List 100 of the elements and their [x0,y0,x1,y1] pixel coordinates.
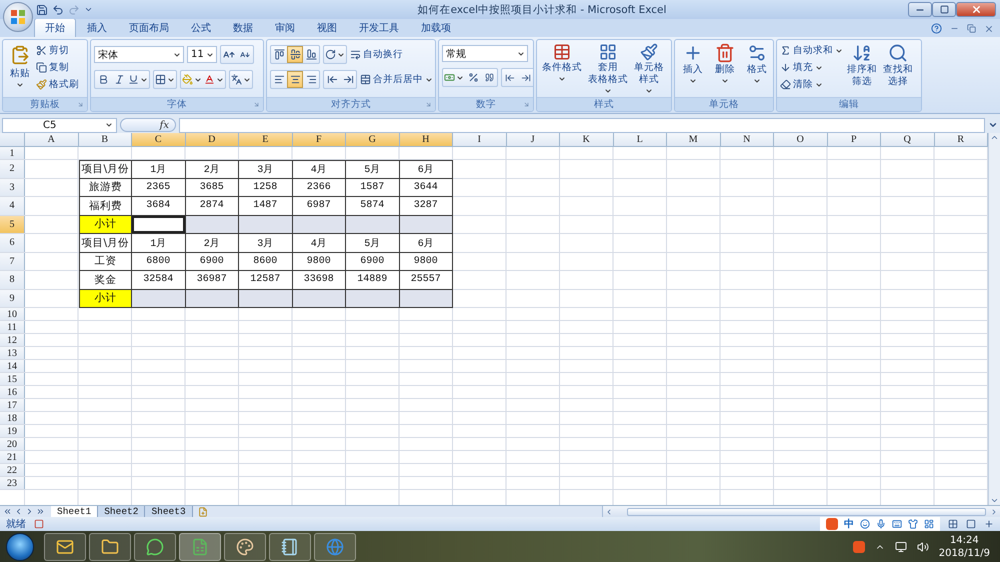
sheet-tab[interactable]: Sheet3 [145,506,193,517]
taskbar-button[interactable] [44,532,86,560]
sheet-tab[interactable]: Sheet1 [51,506,98,517]
vertical-scrollbar[interactable] [988,133,1000,505]
ribbon-tab[interactable]: 开始 [34,18,76,37]
first-sheet-icon[interactable] [3,507,12,516]
style-button[interactable]: 单元格 样式 [632,42,666,96]
horizontal-scrollbar[interactable] [602,506,1000,517]
ribbon-tab[interactable]: 视图 [306,18,348,37]
taskbar-button[interactable] [179,532,221,560]
shirt-icon[interactable] [908,519,918,529]
column-header[interactable]: C [132,133,186,146]
column-header[interactable]: I [453,133,506,146]
cells-button[interactable]: 格式 [742,42,772,86]
volume-icon[interactable] [916,540,929,552]
cut-button[interactable]: 剪切 [36,43,79,58]
row-header[interactable]: 13 [0,347,25,359]
row-header[interactable]: 3 [0,178,25,196]
table-cell[interactable] [186,216,239,234]
column-header[interactable]: H [400,133,453,146]
horizontal-align-button[interactable] [287,71,303,88]
column-header[interactable]: J [506,133,560,146]
taskbar-button[interactable] [269,532,311,560]
taskbar-button[interactable] [134,532,176,560]
table-cell[interactable] [346,216,400,234]
insert-sheet-icon[interactable] [198,506,208,516]
row-header[interactable]: 14 [0,360,25,372]
row-header[interactable]: 8 [0,271,25,288]
cells-button[interactable]: 删除 [710,42,740,86]
row-header[interactable]: 5 [0,216,25,233]
taskbar-button[interactable] [224,532,266,560]
table-cell[interactable] [400,216,453,234]
column-header[interactable]: F [292,133,346,146]
ribbon-tab[interactable]: 插入 [76,18,118,37]
zoom-in-icon[interactable] [984,519,994,529]
editing-menu-button[interactable]: 排序和 筛选 [845,42,879,89]
style-button[interactable]: 条件格式 [540,42,584,84]
font-size-field[interactable]: 11 [187,46,217,63]
input-method-tray-icon[interactable] [852,540,865,552]
table-cell[interactable] [239,216,292,234]
macro-record-icon[interactable] [34,519,44,529]
row-header[interactable]: 20 [0,438,25,450]
table-cell[interactable] [132,216,186,234]
input-mode-toggle[interactable]: 中 [844,517,854,531]
merge-center-button[interactable]: 合并后居中 [360,72,433,87]
row-header[interactable]: 1 [0,147,25,159]
table-cell[interactable] [400,290,453,308]
row-header[interactable]: 4 [0,197,25,214]
row-header[interactable]: 15 [0,373,25,385]
page-layout-view-icon[interactable] [966,519,976,529]
row-header[interactable]: 17 [0,399,25,411]
input-method-icon[interactable] [826,518,838,530]
copy-button[interactable]: 复制 [36,60,79,75]
start-button[interactable] [6,532,34,560]
row-header[interactable]: 11 [0,321,25,333]
row-header[interactable]: 19 [0,425,25,437]
column-header[interactable]: A [25,133,78,146]
column-header[interactable]: M [667,133,720,146]
table-cell[interactable] [346,290,400,308]
row-header[interactable]: 7 [0,252,25,270]
save-icon[interactable] [36,4,48,16]
row-header[interactable]: 16 [0,386,25,398]
scrollbar-thumb[interactable] [627,508,986,516]
table-cell[interactable] [239,290,292,308]
column-header[interactable]: O [774,133,828,146]
row-header[interactable]: 9 [0,290,25,307]
previous-sheet-icon[interactable] [14,507,23,516]
column-header[interactable]: G [346,133,400,146]
column-header[interactable]: L [614,133,667,146]
row-header[interactable]: 10 [0,308,25,320]
toolbox-icon[interactable] [924,519,934,529]
row-header[interactable]: 23 [0,477,25,489]
taskbar-button[interactable] [89,532,131,560]
font-name-field[interactable]: 宋体 [94,46,184,63]
office-button[interactable] [3,2,33,32]
row-header[interactable]: 21 [0,451,25,463]
sheet-tab[interactable]: Sheet2 [98,506,146,517]
table-cell[interactable] [292,290,346,308]
normal-view-icon[interactable] [948,519,958,529]
close-button[interactable] [956,2,996,17]
row-header[interactable]: 2 [0,160,25,178]
microphone-icon[interactable] [876,519,886,529]
customize-icon[interactable] [84,5,93,14]
row-header[interactable]: 22 [0,464,25,476]
ribbon-tab[interactable]: 页面布局 [118,18,180,37]
next-sheet-icon[interactable] [25,507,34,516]
table-cell[interactable] [186,290,239,308]
row-header[interactable]: 12 [0,334,25,346]
ribbon-tab[interactable]: 审阅 [264,18,306,37]
vertical-align-button[interactable] [287,46,303,63]
number-format-field[interactable]: 常规 [442,45,528,62]
column-header[interactable]: K [560,133,614,146]
keyboard-icon[interactable] [892,519,902,529]
expand-icon[interactable] [988,120,998,130]
style-button[interactable]: 套用 表格格式 [586,42,630,96]
ribbon-tab[interactable]: 数据 [222,18,264,37]
ribbon-tab[interactable]: 开发工具 [348,18,410,37]
column-header[interactable]: P [828,133,881,146]
format-painter-button[interactable]: 格式刷 [36,77,79,92]
column-header[interactable]: D [186,133,239,146]
